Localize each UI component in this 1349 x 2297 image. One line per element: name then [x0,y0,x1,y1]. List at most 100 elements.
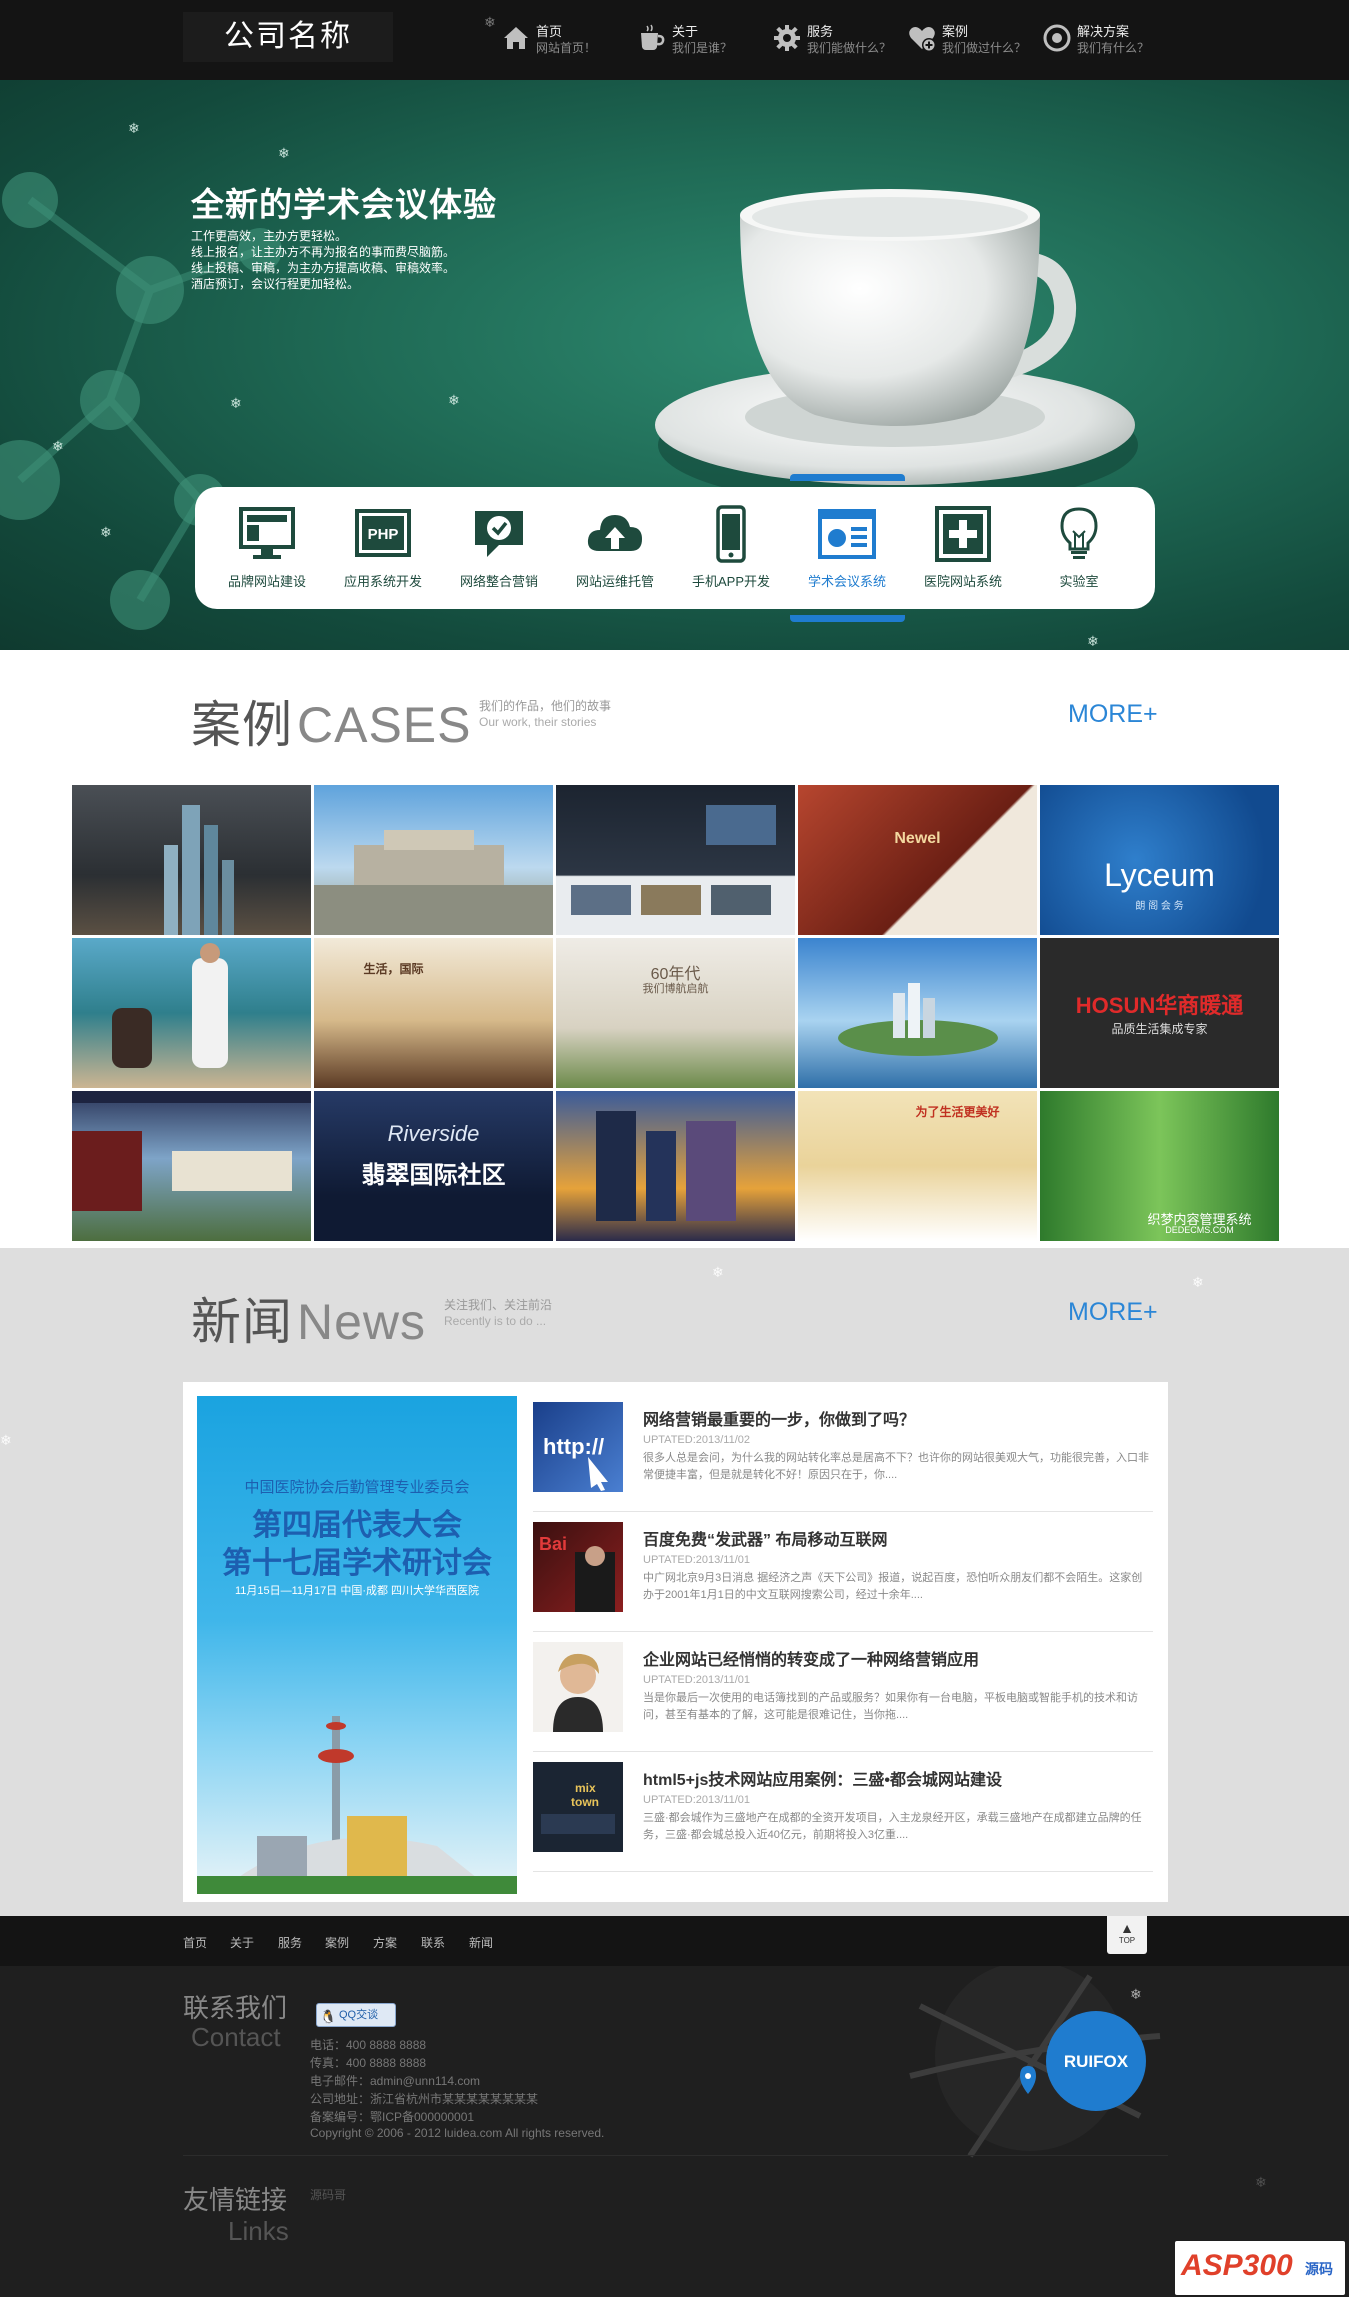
news-title: html5+js技术网站应用案例：三盛•都会城网站建设 [643,1772,1002,1789]
nav-cases[interactable]: 案例 我们做过什么？ [906,20,1046,60]
news-more-link[interactable]: MORE+ [1068,1298,1158,1327]
map-badge-text: RUIFOX [1064,2052,1129,2071]
monitor-icon [237,505,297,563]
footer-link-home[interactable]: 首页 [183,1934,207,1951]
news-item[interactable]: 企业网站已经悄悄的转变成了一种网络营销应用 UPTATED:2013/11/01… [533,1632,1153,1752]
mobile-phone-icon [701,505,761,563]
snowflake-icon: ❄ [448,392,460,408]
case-tile[interactable] [72,785,311,935]
contact-title-en: Contact [191,2022,281,2052]
person-icon [533,1642,623,1732]
footer-link-news[interactable]: 新闻 [469,1934,493,1951]
case-tile[interactable]: 60年代 我们博航启航 [556,938,795,1088]
case-tile[interactable] [72,938,311,1088]
service-label: 网络整合营销 [459,574,538,589]
footer-link-services[interactable]: 服务 [278,1934,302,1951]
footer-link-cases[interactable]: 案例 [325,1934,349,1951]
nav-solutions-title: 解决方案 [1077,24,1130,39]
cases-title-cn: 案例 [191,697,293,753]
snowflake-icon: ❄ [1255,2174,1267,2190]
http-icon: http:// [533,1402,623,1492]
case-tile[interactable] [72,1091,311,1241]
contact-email: 电子邮件：admin@unn114.com [310,2074,481,2088]
news-title: 企业网站已经悄悄的转变成了一种网络营销应用 [643,1652,980,1669]
footer-divider [183,2155,1168,2156]
friend-link[interactable]: 源码哥 [310,2186,346,2203]
hero-line: 线上投稿、审稿，为主办方提高收稿、审稿效率。 [191,261,456,275]
footer-link-about[interactable]: 关于 [230,1934,254,1951]
service-lab[interactable]: 实验室 [1021,487,1137,609]
snowflake-icon: ❄ [128,120,140,136]
case-tile[interactable]: 生活，国际 [314,938,553,1088]
skyscraper-image [164,805,234,935]
nav-solutions[interactable]: 解决方案 我们有什么？ [1041,20,1181,60]
case-tile[interactable] [556,785,795,935]
news-date: UPTATED:2013/11/01 [643,1554,750,1566]
contact-icp: 备案编号：鄂ICP备000000001 [310,2110,475,2124]
nav-services-title: 服务 [807,24,834,39]
case-tile[interactable]: Riverside 翡翠国际社区 [314,1091,553,1241]
news-subtitle-cn: 关注我们、关注前沿 [444,1298,553,1312]
website-screenshot-image [571,805,776,915]
case-tile[interactable]: 为了生活更美好 [798,1091,1037,1241]
service-mobile-app[interactable]: 手机APP开发 [673,487,789,609]
nav-cases-title: 案例 [942,24,969,39]
watermark-text: ASP300 [1181,2249,1293,2282]
case-tile[interactable] [314,785,553,935]
snowflake-icon: ❄ [1192,1274,1204,1290]
snowflake-icon: ❄ [0,1432,12,1448]
news-item[interactable]: mix town html5+js技术网站应用案例：三盛•都会城网站建设 UPTA… [533,1752,1153,1872]
nav-home[interactable]: 首页 网站首页！ [500,20,640,60]
case-tile[interactable] [556,1091,795,1241]
company-logo[interactable]: 公司名称 [183,12,393,62]
svg-text:PHP: PHP [368,526,399,543]
night-city-image [596,1111,736,1221]
case-caption: 生活，国际 [363,962,424,976]
cloud-upload-icon [585,505,645,563]
service-hospital-website[interactable]: 医院网站系统 [905,487,1021,609]
cases-more-link[interactable]: MORE+ [1068,700,1158,729]
footer-link-solutions[interactable]: 方案 [373,1934,397,1951]
medical-cross-icon [933,505,993,563]
back-to-top-button[interactable]: ▲ TOP [1107,1916,1147,1954]
news-poster[interactable]: 中国医院协会后勤管理专业委员会 第四届代表大会 第十七届学术研讨会 11月15日… [197,1396,517,1894]
service-hosting[interactable]: 网站运维托管 [557,487,673,609]
contact-title-cn: 联系我们 [183,1993,288,2023]
service-app-development[interactable]: PHP 应用系统开发 [325,487,441,609]
cases-section: 案例CASES 我们的作品，他们的故事 Our work, their stor… [0,650,1349,1248]
copyright: Copyright © 2006 - 2012 luidea.com All r… [310,2126,605,2140]
snowflake-icon: ❄ [712,1264,724,1280]
service-label: 网站运维托管 [575,574,654,589]
city-building-image [314,830,553,935]
news-section: ❄ ❄ ❄ 新闻News 关注我们、关注前沿 Recently is to do… [0,1248,1349,1916]
case-tile[interactable]: HOSUN华商暖通 品质生活集成专家 [1040,938,1279,1088]
case-tile[interactable] [798,938,1037,1088]
campus-image [72,1091,311,1211]
cases-subtitle-cn: 我们的作品，他们的故事 [479,699,612,713]
cases-subtitle-en: Our work, their stories [479,715,597,729]
snowflake-icon: ❄ [278,145,290,161]
hero-line: 酒店预订，会议行程更加轻松。 [191,277,360,291]
qq-chat-button[interactable]: 🐧 QQ交谈 [316,2003,396,2027]
news-date: UPTATED:2013/11/01 [643,1794,750,1806]
news-item[interactable]: http:// 网络营销最重要的一步，你做到了吗？ UPTATED:2013/1… [533,1392,1153,1512]
service-label: 应用系统开发 [343,574,422,589]
news-item[interactable]: Bai 百度免费“发武器” 布局移动互联网 UPTATED:2013/11/01… [533,1512,1153,1632]
case-caption: Newel [894,830,941,847]
service-integrated-marketing[interactable]: 网络整合营销 [441,487,557,609]
case-tile[interactable]: Newel [798,785,1037,935]
disc-icon [1041,22,1073,54]
snowflake-icon: ❄ [52,438,64,454]
footer-link-contact[interactable]: 联系 [421,1934,445,1951]
case-caption: HOSUN华商暖通 [1075,993,1244,1018]
case-tile[interactable]: Lyceum 朗 阁 会 务 [1040,785,1279,935]
case-tile[interactable]: 织梦内容管理系统 DEDECMS.COM [1040,1091,1279,1241]
nav-services-subtitle: 我们能做什么？ [807,41,892,55]
nav-about[interactable]: 关于 我们是谁？ [636,20,776,60]
news-description: 当是你最后一次使用的电话簿找到的产品或服务？如果你有一台电脑，平板电脑或智能手机… [643,1692,1138,1721]
case-caption: 为了生活更美好 [915,1105,1000,1119]
svg-text:town: town [571,1795,599,1809]
poster-line: 11月15日—11月17日 中国·成都 四川大学华西医院 [234,1585,480,1597]
service-brand-website[interactable]: 品牌网站建设 [209,487,325,609]
nav-services[interactable]: 服务 我们能做什么？ [771,20,911,60]
